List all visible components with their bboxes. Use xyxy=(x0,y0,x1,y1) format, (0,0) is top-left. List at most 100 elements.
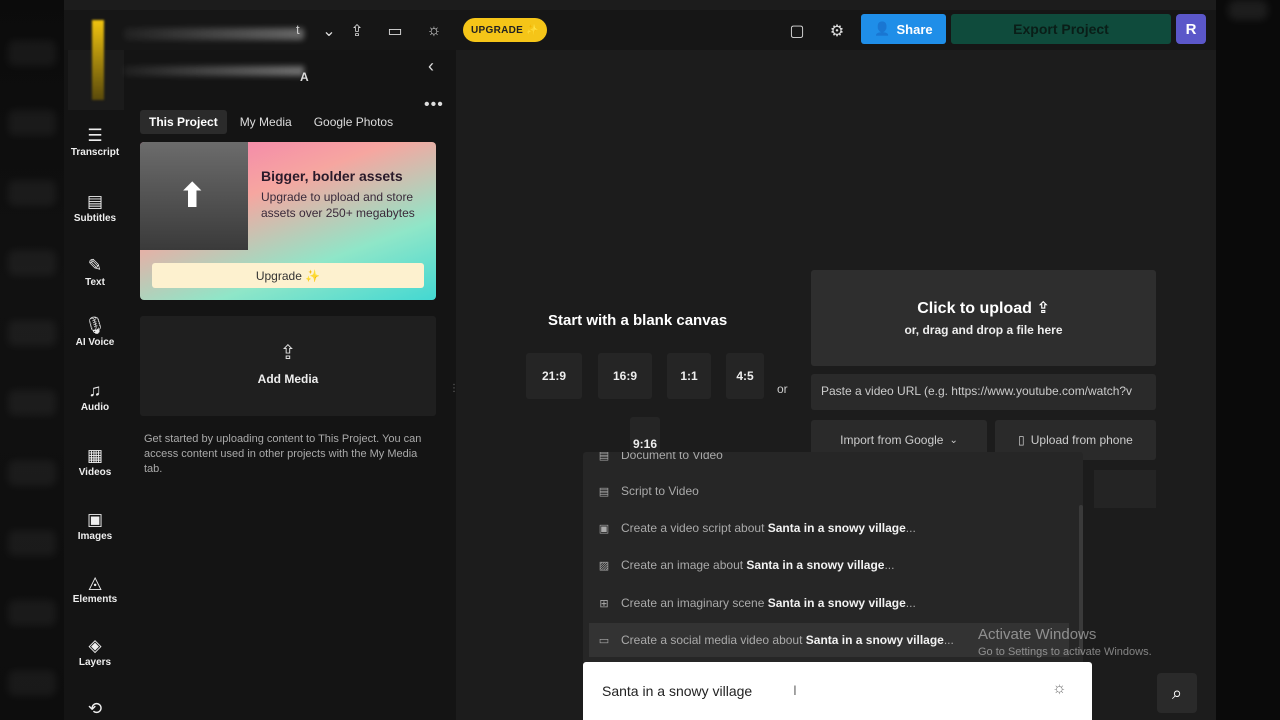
brand-logo xyxy=(92,20,104,100)
upload-arrow-icon: ⬆ xyxy=(178,177,207,215)
sidebar-item-label: Audio xyxy=(80,402,110,413)
sidebar-item-videos[interactable]: ▦ Videos xyxy=(64,446,126,479)
workspace-name-suffix: A xyxy=(300,70,309,84)
share-button[interactable]: 👤 Share xyxy=(861,14,946,44)
suggestion-item[interactable]: ▨ Create an image about Santa in a snowy … xyxy=(597,548,1077,582)
chevron-down-icon[interactable]: ⌄ xyxy=(318,20,340,42)
chevron-left-icon[interactable]: ‹ xyxy=(428,56,434,77)
suggestion-item[interactable]: ⊞ Create an imaginary scene Santa in a sn… xyxy=(597,586,1077,620)
suggestion-partial-label: Document to Video xyxy=(621,452,723,462)
sidebar-item-images[interactable]: ▣ Images xyxy=(64,510,126,543)
suggestion-item[interactable]: ▣ Create a video script about Santa in a … xyxy=(597,511,1077,545)
right-blur-strip xyxy=(1216,0,1280,720)
suggestion-item[interactable]: ▤ Script to Video xyxy=(597,474,1077,508)
prompt-search-bar[interactable]: Santa in a snowy village I ☼ xyxy=(583,662,1092,720)
share-label: Share xyxy=(896,21,933,37)
images-icon: ▣ xyxy=(86,510,104,529)
prompt-input-value[interactable]: Santa in a snowy village xyxy=(602,683,752,699)
ai-voice-icon: 🎙 xyxy=(84,316,106,335)
sidebar-item-label: Transcript xyxy=(70,147,120,158)
project-name-suffix[interactable]: t xyxy=(296,22,300,37)
watermark-line-1: Activate Windows xyxy=(978,626,1097,643)
or-label: or xyxy=(777,382,788,396)
export-project-button[interactable]: Export Project xyxy=(951,14,1171,44)
comment-icon[interactable]: ▢ xyxy=(786,20,808,42)
elements-icon: ◬ xyxy=(88,573,102,592)
click-to-upload-area[interactable]: Click to upload ⇪ or, drag and drop a fi… xyxy=(811,270,1156,366)
upload-phone-label: Upload from phone xyxy=(1030,433,1133,447)
suggestion-ellipsis: ... xyxy=(905,596,916,610)
tab-this-project[interactable]: This Project xyxy=(140,110,227,134)
lightbulb-icon[interactable]: ☼ xyxy=(423,20,445,42)
search-button[interactable]: ⌕ xyxy=(1157,673,1197,713)
audio-icon: ♫ xyxy=(88,381,102,400)
suggestion-item-partial[interactable]: ▤ Document to Video xyxy=(597,452,1077,472)
avatar[interactable]: R xyxy=(1176,14,1206,44)
sidebar-item-transcript[interactable]: ☰ Transcript xyxy=(64,127,126,159)
suggestion-prefix: Create a video script about xyxy=(621,521,768,535)
ratio-16-9-button[interactable]: 16:9 xyxy=(598,353,652,399)
suggestion-topic: Santa in a snowy village xyxy=(805,633,944,647)
upgrade-button[interactable]: UPGRADE ✨ xyxy=(463,18,547,42)
help-text: Get started by uploading content to This… xyxy=(144,433,422,475)
media-tabs: This Project My Media Google Photos xyxy=(140,110,402,134)
add-media-label: Add Media xyxy=(257,372,319,386)
sidebar-item-label: Videos xyxy=(78,467,112,478)
suggestion-text: Create a video script about Santa in a s… xyxy=(621,521,916,535)
sidebar-item-layers[interactable]: ◈ Layers xyxy=(64,637,126,669)
ratio-4-5-button[interactable]: 4:5 xyxy=(726,353,764,399)
workspace-name-blurred xyxy=(124,66,304,76)
watermark-line-2: Go to Settings to activate Windows. xyxy=(978,646,1152,658)
phone-icon: ▯ xyxy=(1018,433,1025,447)
text-cursor-icon: I xyxy=(793,682,797,698)
tab-my-media[interactable]: My Media xyxy=(231,110,301,134)
sidebar-item-text[interactable]: ✎ Text xyxy=(64,256,126,289)
suggestion-prefix: Create an imaginary scene xyxy=(621,596,768,610)
sidebar-item-label: Subtitles xyxy=(73,213,117,224)
text-icon: ✎ xyxy=(87,256,103,275)
upload-icon: ⇪ xyxy=(279,342,297,364)
promo-image: ⬆ xyxy=(140,142,248,250)
import-google-label: Import from Google xyxy=(840,433,944,447)
blank-canvas-title: Start with a blank canvas xyxy=(548,312,728,329)
subtitles-icon: ▤ xyxy=(86,192,104,211)
suggestion-topic: Santa in a snowy village xyxy=(767,521,906,535)
sidebar-item-audio[interactable]: ♫ Audio xyxy=(64,381,126,414)
ratio-1-1-button[interactable]: 1:1 xyxy=(667,353,711,399)
chevron-down-icon: ⌄ xyxy=(949,434,958,446)
sidebar-item-elements[interactable]: ◬ Elements xyxy=(64,573,126,606)
upload-title: Click to upload ⇪ xyxy=(917,300,1050,317)
suggestion-ellipsis: ... xyxy=(905,521,916,535)
videos-icon: ▦ xyxy=(86,446,104,465)
gear-icon[interactable]: ⚙ xyxy=(826,20,848,42)
sidebar-item-label: Layers xyxy=(78,657,112,668)
more-dots-icon[interactable]: ••• xyxy=(424,96,444,114)
tab-google-photos[interactable]: Google Photos xyxy=(305,110,402,134)
image-icon: ▨ xyxy=(598,559,610,572)
subtitle-box-icon[interactable]: ▭ xyxy=(384,20,406,42)
sidebar-item-label: Text xyxy=(85,277,105,288)
search-icon: ⌕ xyxy=(1171,682,1183,703)
ratio-21-9-button[interactable]: 21:9 xyxy=(526,353,582,399)
upload-icon[interactable]: ⇪ xyxy=(346,20,368,42)
project-name-blurred xyxy=(124,28,304,40)
clipboard-icon: ▤ xyxy=(598,485,610,498)
video-camera-icon: ▭ xyxy=(598,634,610,647)
upgrade-promo-card: ⬆ Bigger, bolder assets Upgrade to uploa… xyxy=(140,142,436,300)
sidebar-item-subtitles[interactable]: ▤ Subtitles xyxy=(64,192,126,225)
suggestion-ellipsis: ... xyxy=(884,558,895,572)
sidebar-item-loop[interactable]: ⟲ xyxy=(64,700,126,718)
video-url-input[interactable]: Paste a video URL (e.g. https://www.yout… xyxy=(811,374,1156,410)
suggestion-prefix: Script to Video xyxy=(621,484,699,498)
document-icon: ▤ xyxy=(598,452,610,462)
panel-resize-handle[interactable]: ⋮ xyxy=(449,383,459,394)
promo-description: Upgrade to upload and store assets over … xyxy=(261,190,415,220)
sidebar-item-ai-voice[interactable]: 🎙 AI Voice xyxy=(64,316,126,349)
add-media-button[interactable]: ⇪ Add Media xyxy=(140,316,436,416)
obscured-row xyxy=(1094,470,1156,508)
sidebar-item-label: AI Voice xyxy=(75,337,115,348)
promo-upgrade-button[interactable]: Upgrade ✨ xyxy=(152,263,424,288)
sparkle-scene-icon: ⊞ xyxy=(599,597,609,610)
app-frame: t ⌄ ⇪ ▭ ☼ UPGRADE ✨ ▢ ⚙ 👤 Share Export P… xyxy=(64,0,1216,720)
lightbulb-icon[interactable]: ☼ xyxy=(1052,680,1067,698)
